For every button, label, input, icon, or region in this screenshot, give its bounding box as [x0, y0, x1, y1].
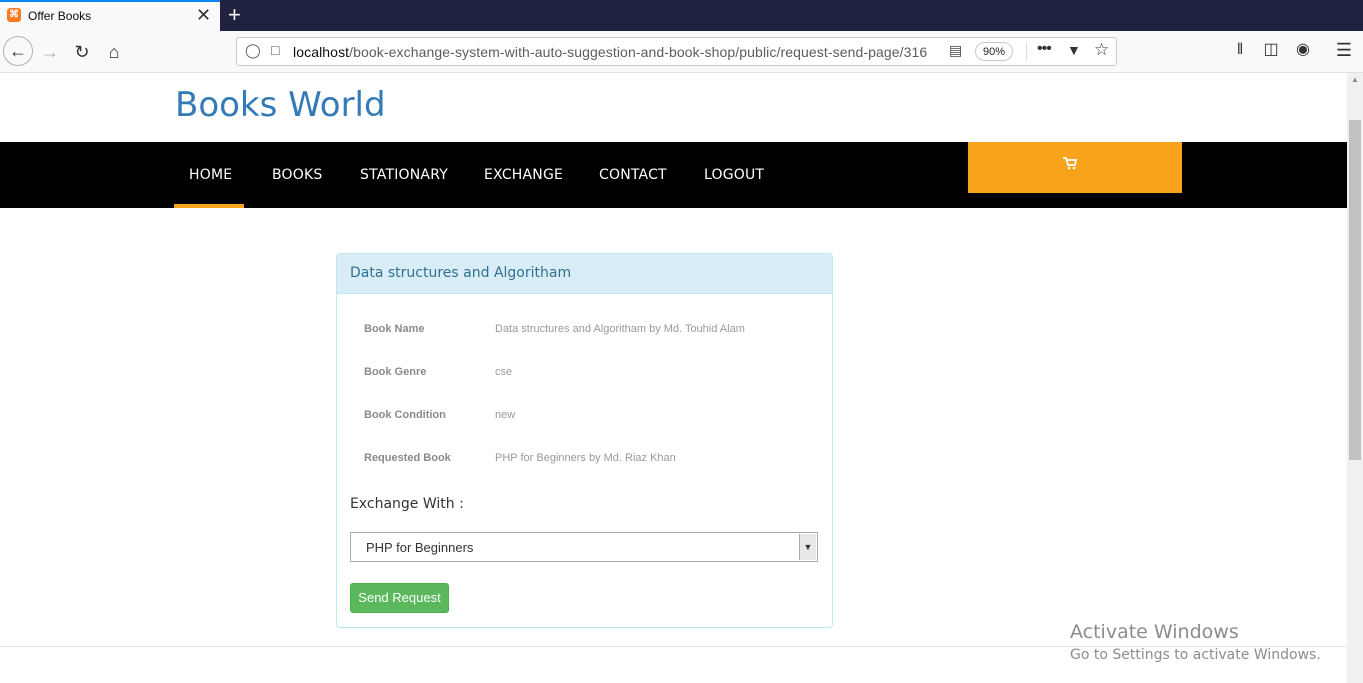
- url-host: localhost: [293, 44, 350, 60]
- detail-value: PHP for Beginners by Md. Riaz Khan: [495, 452, 676, 464]
- site-navigation: HOME BOOKS STATIONARY EXCHANGE CONTACT L…: [0, 142, 1347, 208]
- watermark-title: Activate Windows: [1070, 621, 1239, 643]
- site-brand[interactable]: Books World: [175, 85, 386, 125]
- send-request-button[interactable]: Send Request: [350, 583, 449, 613]
- forward-arrow-icon[interactable]: →: [36, 38, 64, 66]
- tab-title: Offer Books: [28, 9, 92, 23]
- scroll-up-icon[interactable]: ▲: [1351, 75, 1359, 84]
- more-actions-icon[interactable]: •••: [1037, 40, 1052, 58]
- detail-value: cse: [495, 366, 513, 378]
- pocket-icon[interactable]: ▼: [1067, 42, 1081, 58]
- detail-label: Book Genre: [364, 366, 427, 378]
- cart-button[interactable]: [968, 142, 1182, 193]
- browser-toolbar: ← → ↻ ⌂ ◯ □ localhost/book-exchange-syst…: [0, 31, 1363, 73]
- chevron-down-icon[interactable]: ▼: [799, 534, 816, 560]
- nav-home[interactable]: HOME: [189, 167, 232, 183]
- page-scrollbar[interactable]: ▲: [1347, 73, 1363, 683]
- zoom-badge[interactable]: 90%: [975, 42, 1013, 61]
- url-text[interactable]: localhost/book-exchange-system-with-auto…: [293, 44, 927, 60]
- selected-book: PHP for Beginners: [366, 540, 474, 555]
- shield-icon[interactable]: ◯: [245, 42, 261, 59]
- close-tab-icon[interactable]: ✕: [196, 5, 211, 25]
- exchange-book-select[interactable]: PHP for Beginners ▼: [350, 532, 818, 562]
- detail-label: Book Condition: [364, 409, 446, 421]
- nav-contact[interactable]: CONTACT: [599, 167, 667, 183]
- watermark-subtitle: Go to Settings to activate Windows.: [1070, 647, 1321, 663]
- address-bar[interactable]: ◯ □ localhost/book-exchange-system-with-…: [236, 37, 1117, 66]
- back-arrow-icon[interactable]: ←: [3, 36, 33, 66]
- reload-icon[interactable]: ↻: [68, 38, 96, 66]
- scroll-thumb[interactable]: [1349, 120, 1361, 460]
- panel-heading: Data structures and Algoritham: [337, 254, 832, 294]
- active-nav-indicator: [174, 204, 244, 208]
- tab-bar: ⌘ Offer Books ✕ +: [0, 0, 1363, 31]
- detail-label: Book Name: [364, 323, 425, 335]
- nav-logout[interactable]: LOGOUT: [704, 167, 764, 183]
- new-tab-icon[interactable]: +: [228, 1, 241, 29]
- bookmark-star-icon[interactable]: ☆: [1094, 40, 1109, 60]
- nav-stationary[interactable]: STATIONARY: [360, 167, 448, 183]
- reader-view-icon[interactable]: ▤: [949, 42, 962, 59]
- detail-label: Requested Book: [364, 452, 451, 464]
- detail-value: Data structures and Algoritham by Md. To…: [495, 323, 745, 335]
- library-icon[interactable]: ‖: [1228, 38, 1252, 62]
- book-request-panel: Data structures and Algoritham Book Name…: [336, 253, 833, 628]
- browser-tab[interactable]: ⌘ Offer Books ✕: [0, 0, 220, 31]
- nav-books[interactable]: BOOKS: [272, 167, 322, 183]
- cart-icon: [1063, 157, 1078, 173]
- exchange-with-label: Exchange With :: [350, 496, 464, 512]
- page-info-icon[interactable]: □: [271, 42, 279, 58]
- hamburger-menu-icon[interactable]: ☰: [1332, 38, 1356, 62]
- detail-value: new: [495, 409, 516, 421]
- windows-activation-watermark: Activate Windows Go to Settings to activ…: [1070, 621, 1321, 663]
- favicon-icon: ⌘: [7, 8, 21, 22]
- page-viewport: Books World HOME BOOKS STATIONARY EXCHAN…: [0, 73, 1347, 683]
- home-icon[interactable]: ⌂: [100, 38, 128, 66]
- url-path: /book-exchange-system-with-auto-suggesti…: [349, 44, 928, 60]
- sidebar-icon[interactable]: ◫: [1259, 38, 1283, 62]
- divider: [1026, 42, 1027, 61]
- account-icon[interactable]: ◉: [1291, 38, 1315, 62]
- nav-exchange[interactable]: EXCHANGE: [484, 167, 563, 183]
